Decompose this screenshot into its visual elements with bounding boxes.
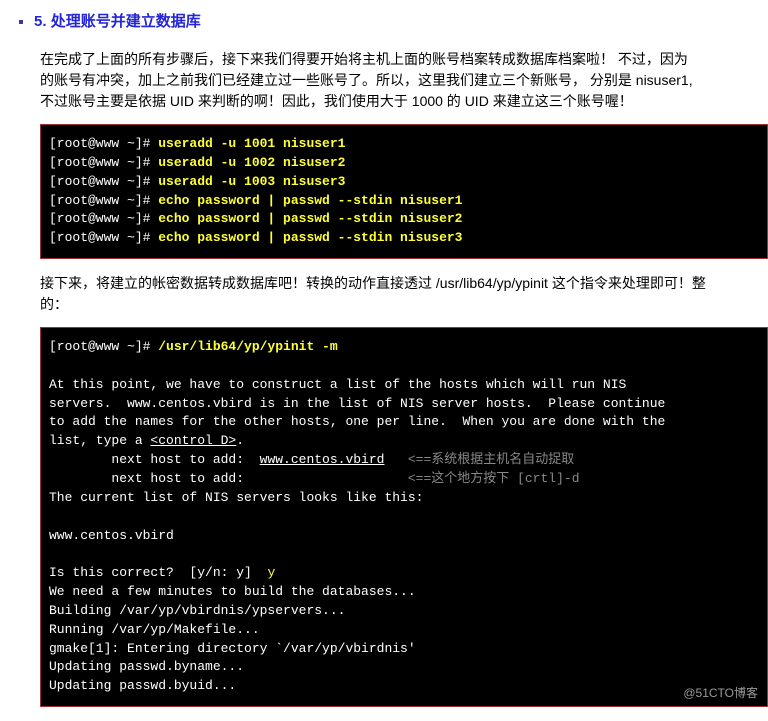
term2-out8: Building /var/yp/vbirdnis/ypservers... <box>49 602 759 621</box>
term1-line-3: [root@www ~]# echo password | passwd --s… <box>49 192 759 211</box>
term1-line-4: [root@www ~]# echo password | passwd --s… <box>49 210 759 229</box>
p1-line3: 不过账号主要是依据 UID 来判断的啊！因此，我们使用大于 1000 的 UID… <box>40 93 633 109</box>
term2-out11: Updating passwd.byname... <box>49 658 759 677</box>
term1-line-0: [root@www ~]# useradd -u 1001 nisuser1 <box>49 135 759 154</box>
term2-out1: At this point, we have to construct a li… <box>49 376 759 395</box>
term2-out3: to add the names for the other hosts, on… <box>49 413 759 432</box>
term2-cmd-line: [root@www ~]# /usr/lib64/yp/ypinit -m <box>49 338 759 357</box>
p2-line2: 的： <box>40 296 68 312</box>
term2-out6: www.centos.vbird <box>49 527 759 546</box>
term2-correct: Is this correct? [y/n: y] y <box>49 564 759 583</box>
document-page: 5. 处理账号并建立数据库 在完成了上面的所有步骤后，接下来我们得要开始将主机上… <box>0 0 768 707</box>
terminal-box-2: [root@www ~]# /usr/lib64/yp/ypinit -m At… <box>40 327 768 707</box>
section-heading: 5. 处理账号并建立数据库 <box>34 10 768 41</box>
term2-out12: Updating passwd.byuid... <box>49 677 759 696</box>
paragraph-2: 接下来，将建立的帐密数据转成数据库吧！转换的动作直接透过 /usr/lib64/… <box>40 273 768 315</box>
term2-next2: next host to add: <==这个地方按下 [crtl]-d <box>49 470 759 489</box>
watermark: @51CTO博客 <box>683 684 758 701</box>
term1-line-1: [root@www ~]# useradd -u 1002 nisuser2 <box>49 154 759 173</box>
section-list: 5. 处理账号并建立数据库 <box>10 10 768 41</box>
p1-line2: 的账号有冲突，加上之前我们已经建立过一些账号了。所以，这里我们建立三个新账号， … <box>40 72 693 88</box>
term1-line-2: [root@www ~]# useradd -u 1003 nisuser3 <box>49 173 759 192</box>
term2-out9: Running /var/yp/Makefile... <box>49 621 759 640</box>
term1-line-5: [root@www ~]# echo password | passwd --s… <box>49 229 759 248</box>
term2-out4: list, type a <control D>. <box>49 432 759 451</box>
heading-number: 5. <box>34 13 47 30</box>
heading-title: 处理账号并建立数据库 <box>51 13 201 30</box>
term2-next1: next host to add: www.centos.vbird <==系统… <box>49 451 759 470</box>
p2-line1: 接下来，将建立的帐密数据转成数据库吧！转换的动作直接透过 /usr/lib64/… <box>40 275 706 291</box>
term2-out2: servers. www.centos.vbird is in the list… <box>49 395 759 414</box>
term2-out7: We need a few minutes to build the datab… <box>49 583 759 602</box>
p1-line1: 在完成了上面的所有步骤后，接下来我们得要开始将主机上面的账号档案转成数据库档案啦… <box>40 51 688 67</box>
term2-out10: gmake[1]: Entering directory `/var/yp/vb… <box>49 640 759 659</box>
term2-out5: The current list of NIS servers looks li… <box>49 489 759 508</box>
paragraph-1: 在完成了上面的所有步骤后，接下来我们得要开始将主机上面的账号档案转成数据库档案啦… <box>40 49 768 112</box>
section-item: 5. 处理账号并建立数据库 <box>34 10 768 41</box>
terminal-box-1: [root@www ~]# useradd -u 1001 nisuser1[r… <box>40 124 768 259</box>
